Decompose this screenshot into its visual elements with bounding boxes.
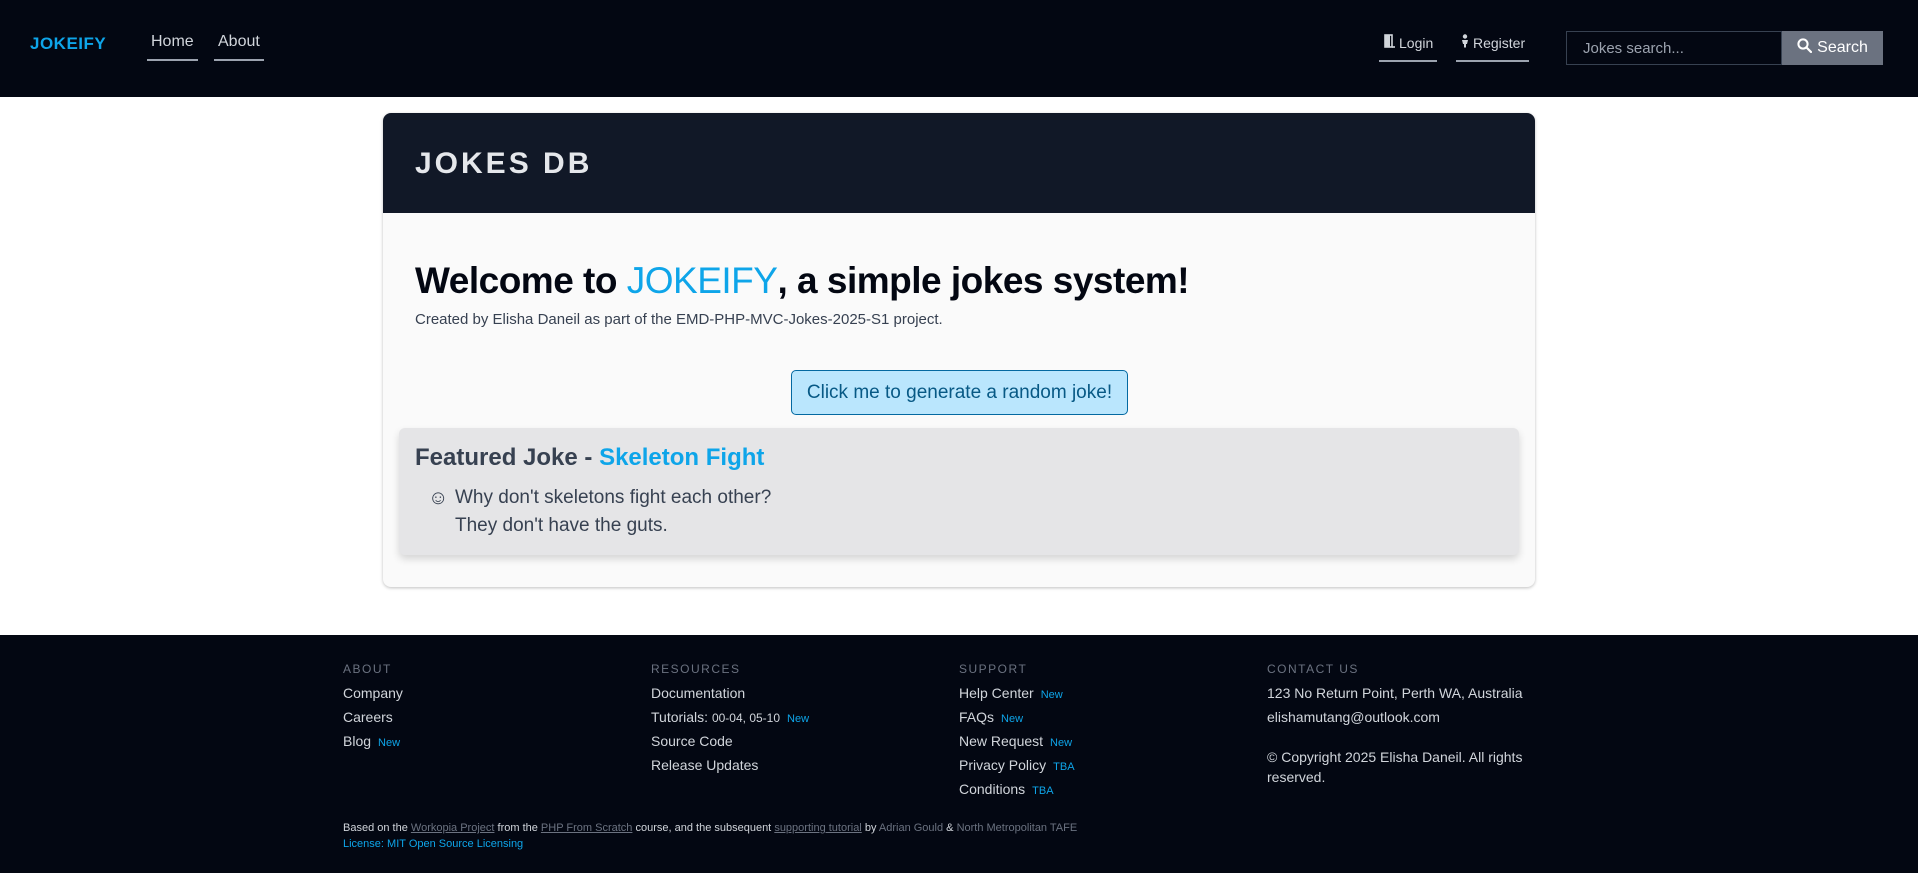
new-badge: New [378,737,401,749]
login-label: Login [1399,34,1434,51]
footer-faqs-link[interactable]: FAQs New [959,707,1075,731]
credits-text-4: by [861,822,879,834]
php-from-scratch-link[interactable]: PHP From Scratch [541,822,633,834]
copyright-text: © Copyright 2025 Elisha Daneil. All righ… [1267,749,1523,785]
nav-home-link[interactable]: Home [147,33,198,61]
footer-contact-column: CONTACT US 123 No Return Point, Perth WA… [1267,662,1537,787]
top-navbar: JOKEIFY Home About Login Register Search [0,0,1918,97]
footer-blog-label: Blog [343,733,372,749]
supporting-tutorial-link[interactable]: supporting tutorial [774,822,861,834]
conditions-label: Conditions [959,781,1026,797]
site-footer: ABOUT Company Careers Blog New RESOURCES … [0,635,1918,873]
footer-company-link[interactable]: Company [343,683,403,707]
search-input[interactable] [1566,31,1782,65]
search-icon [1797,38,1813,58]
featured-joke-title-link[interactable]: Skeleton Fight [599,444,764,471]
joke-line-2: They don't have the guts. [455,515,668,536]
footer-help-center-link[interactable]: Help Center New [959,683,1075,707]
footer-credits: Based on the Workopia Project from the P… [343,820,1077,852]
license-link[interactable]: License: MIT Open Source Licensing [343,836,1077,852]
credits-text-2: from the [494,822,541,834]
new-request-label: New Request [959,733,1044,749]
register-link[interactable]: Register [1456,34,1530,62]
credits-text-5: & [943,822,957,834]
new-badge: New [1040,689,1063,701]
footer-support-heading: SUPPORT [959,662,1028,676]
faqs-label: FAQs [959,709,995,725]
footer-source-code-link[interactable]: Source Code [651,731,809,755]
privacy-policy-label: Privacy Policy [959,757,1047,773]
footer-company-label: Company [343,685,403,701]
credits-text-1: Based on the [343,822,411,834]
workopia-project-link[interactable]: Workopia Project [411,822,495,834]
welcome-suffix: , a simple jokes system! [777,260,1190,301]
footer-blog-link[interactable]: Blog New [343,731,403,755]
smiley-icon: ☺ [428,487,449,509]
register-label: Register [1473,34,1526,51]
footer-tutorials-link[interactable]: Tutorials: 00-04, 05-10 New [651,707,809,731]
footer-conditions-link[interactable]: Conditions TBA [959,779,1075,803]
footer-resources-column: RESOURCES Documentation Tutorials: 00-04… [651,662,809,779]
tba-badge: TBA [1032,785,1054,797]
welcome-heading: Welcome to JOKEIFY, a simple jokes syste… [415,260,1190,302]
jokes-db-card: JOKES DB Welcome to JOKEIFY, a simple jo… [383,113,1535,587]
welcome-prefix: Welcome to [415,260,627,301]
new-badge: New [1050,737,1073,749]
tba-badge: TBA [1053,761,1075,773]
person-add-icon [1460,34,1470,51]
welcome-brand: JOKEIFY [626,260,778,301]
nav-about-link[interactable]: About [214,33,264,61]
footer-resources-heading: RESOURCES [651,662,741,676]
footer-documentation-link[interactable]: Documentation [651,683,809,707]
tutorials-label: Tutorials: [651,709,709,725]
door-icon [1383,34,1396,51]
footer-privacy-policy-link[interactable]: Privacy Policy TBA [959,755,1075,779]
search-button[interactable]: Search [1782,31,1883,65]
featured-joke-panel: Featured Joke - Skeleton Fight ☺ Why don… [399,428,1519,555]
footer-careers-label: Careers [343,709,393,725]
footer-careers-link[interactable]: Careers [343,707,403,731]
generate-random-joke-button[interactable]: Click me to generate a random joke! [791,370,1128,415]
card-title: JOKES DB [415,147,593,180]
joke-line-1: Why don't skeletons fight each other? [455,487,772,508]
credits-text-3: course, and the subsequent [632,822,775,834]
footer-new-request-link[interactable]: New Request New [959,731,1075,755]
login-link[interactable]: Login [1379,34,1438,62]
featured-prefix: Featured Joke - [415,444,600,471]
organisation-name: North Metropolitan TAFE [956,822,1078,834]
contact-email[interactable]: elishamutang@outlook.com [1267,707,1537,731]
new-badge: New [1001,713,1024,725]
footer-release-updates-link[interactable]: Release Updates [651,755,809,779]
tutorials-value: 00-04, 05-10 [711,711,781,725]
created-by-text: Created by Elisha Daneil as part of the … [415,311,943,328]
featured-joke-heading: Featured Joke - Skeleton Fight [415,444,764,472]
footer-about-heading: ABOUT [343,662,392,676]
search-button-label: Search [1817,39,1868,56]
help-center-label: Help Center [959,685,1034,701]
footer-contact-heading: CONTACT US [1267,662,1359,676]
new-badge: New [787,713,810,725]
card-header: JOKES DB [383,113,1535,213]
contact-address: 123 No Return Point, Perth WA, Australia [1267,685,1523,701]
author-name: Adrian Gould [878,822,944,834]
footer-about-column: ABOUT Company Careers Blog New [343,662,403,755]
brand-logo[interactable]: JOKEIFY [30,34,106,54]
footer-support-column: SUPPORT Help Center New FAQs New New Reque… [959,662,1075,803]
